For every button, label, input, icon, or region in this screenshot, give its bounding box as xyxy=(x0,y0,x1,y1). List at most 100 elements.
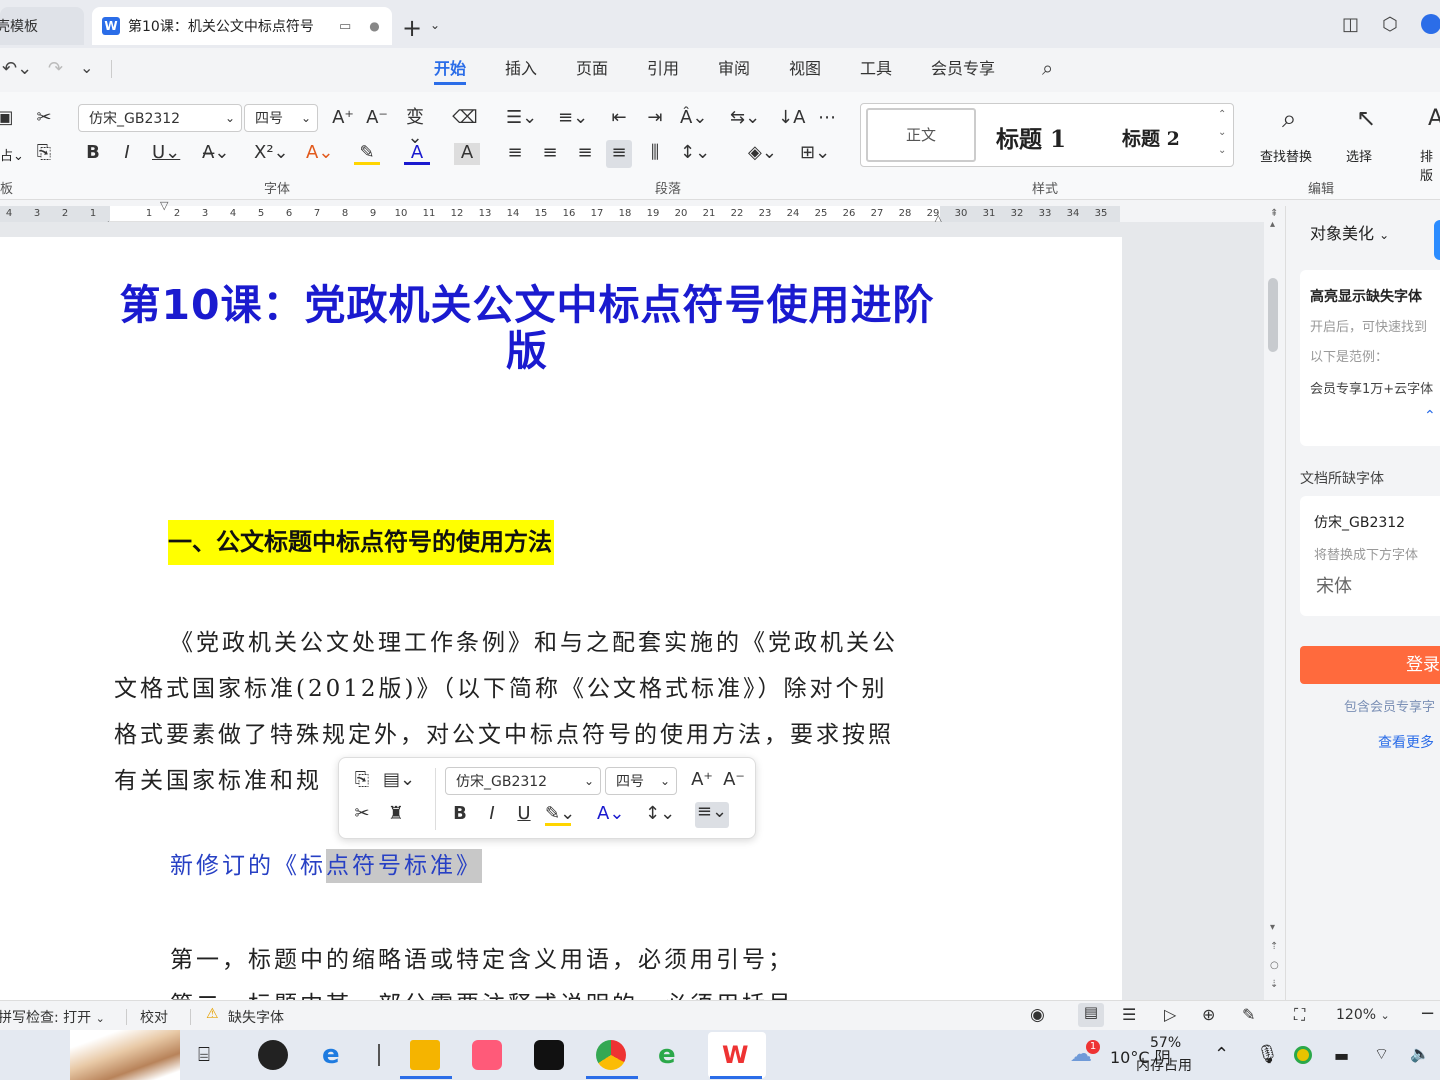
show-hidden-icons-icon[interactable]: ⌃ xyxy=(1214,1044,1229,1065)
align-right-icon[interactable]: ≡ xyxy=(572,143,598,165)
decrease-indent-icon[interactable]: ⇤ xyxy=(606,108,632,130)
tab-template[interactable]: 壳模板 xyxy=(0,7,84,45)
border-icon[interactable]: ⊞⌄ xyxy=(800,143,830,165)
bold-icon[interactable]: B xyxy=(447,804,473,826)
font-name-select[interactable]: 仿宋_GB2312 ⌄ xyxy=(78,104,242,132)
page-view-icon[interactable]: ▤ xyxy=(1078,1003,1104,1027)
capcut-icon[interactable] xyxy=(534,1040,564,1070)
volume-icon[interactable]: 🔈 xyxy=(1410,1044,1430,1063)
style-normal[interactable]: 正文 xyxy=(866,108,976,162)
numbered-list-icon[interactable]: ≡⌄ xyxy=(558,108,588,130)
style-scroll-icon[interactable]: ⌃ ⌄ ⌄ xyxy=(1218,106,1226,160)
italic-icon[interactable]: I xyxy=(479,804,505,826)
paste-icon[interactable]: ▣ xyxy=(0,108,18,130)
distribute-icon[interactable]: ⫼ xyxy=(642,143,668,165)
avatar-icon[interactable] xyxy=(1421,14,1440,34)
select-label[interactable]: 选择 xyxy=(1346,146,1372,165)
new-tab-icon[interactable]: + xyxy=(402,14,422,42)
cut-icon[interactable]: ✂ xyxy=(349,804,375,826)
shading-icon[interactable]: ◈⌄ xyxy=(748,143,777,165)
grow-font-icon[interactable]: A⁺ xyxy=(689,770,715,792)
undo-icon[interactable]: ↶⌄ xyxy=(2,58,32,79)
eye-icon[interactable]: ◉ xyxy=(1030,1005,1045,1025)
style-heading2[interactable]: 标题 2 xyxy=(1122,124,1180,151)
font-size-select[interactable]: 四号 ⌄ xyxy=(244,104,318,132)
paragraph-3[interactable]: 第一，标题中的缩略语或特定含义用语，必须用引号； xyxy=(170,940,794,980)
indent-marker-icon[interactable]: ▽ xyxy=(160,199,168,212)
wps-icon[interactable]: W xyxy=(722,1040,752,1070)
quick-access-chevron-icon[interactable]: ⌄ xyxy=(80,58,93,77)
char-shading-icon[interactable]: A xyxy=(454,143,480,165)
arrange-icon[interactable]: A xyxy=(1428,106,1440,131)
tab-insert[interactable]: 插入 xyxy=(505,55,537,85)
play-icon[interactable]: ▷ xyxy=(1164,1005,1176,1024)
zoom-out-icon[interactable]: − xyxy=(1420,1003,1435,1024)
style-heading1[interactable]: 标题 1 xyxy=(996,120,1066,154)
spell-check-toggle[interactable]: 拼写检查: 打开 ⌄ xyxy=(0,1007,105,1027)
replacement-font[interactable]: 宋体 xyxy=(1316,572,1352,598)
paragraph-4[interactable]: 第二，标题中某一部分需要注释或说明的，必须用括号 xyxy=(170,990,870,1000)
panel-action-button[interactable] xyxy=(1434,220,1440,260)
tab-reference[interactable]: 引用 xyxy=(647,55,679,85)
text-direction-icon[interactable]: Â⌄ xyxy=(680,108,707,130)
tab-page[interactable]: 页面 xyxy=(576,55,608,85)
fit-page-icon[interactable]: ⛶ xyxy=(1294,1005,1305,1025)
sidebar-toggle-icon[interactable]: ◫ xyxy=(1342,14,1359,35)
mini-font-select[interactable]: 仿宋_GB2312 ⌄ xyxy=(445,767,601,795)
highlight-icon[interactable]: ✎ xyxy=(354,143,380,165)
paste-label[interactable]: 占⌄ xyxy=(0,145,24,164)
bullet-list-icon[interactable]: ☰⌄ xyxy=(506,108,537,130)
tab-close-icon[interactable]: ● xyxy=(369,19,379,33)
arrange-label[interactable]: 排版 xyxy=(1420,146,1440,184)
shrink-font-icon[interactable]: A⁻ xyxy=(721,770,747,792)
justify-icon[interactable]: ≡ xyxy=(606,140,632,168)
find-replace-icon[interactable]: ⌕ xyxy=(1282,104,1297,135)
scroll-down-icon[interactable]: ▾ ⇡ ○ ⇣ xyxy=(1270,918,1279,994)
panel-title[interactable]: 对象美化 ⌄ xyxy=(1310,220,1389,244)
underline-icon[interactable]: U xyxy=(511,804,537,826)
show-marks-icon[interactable]: ⋯ xyxy=(814,108,840,130)
search-icon[interactable]: ⌕ xyxy=(1042,56,1053,80)
outline-view-icon[interactable]: ☰ xyxy=(1122,1005,1136,1024)
bold-icon[interactable]: B xyxy=(80,143,106,165)
align-center-icon[interactable]: ≡ xyxy=(537,143,563,165)
missing-font-status[interactable]: 缺失字体 xyxy=(228,1007,284,1027)
text-effect-icon[interactable]: A⌄ xyxy=(306,143,333,165)
font-color-icon[interactable]: A xyxy=(404,143,430,165)
heading-1[interactable]: 一、公文标题中标点符号的使用方法 xyxy=(168,520,554,565)
align-left-icon[interactable]: ≡ xyxy=(502,143,528,165)
wifi-icon[interactable]: ⌔ xyxy=(1374,1044,1389,1064)
tab-document[interactable]: W 第10课：机关公文中标点符号 ▭ ● xyxy=(92,7,392,45)
app-icon[interactable] xyxy=(258,1040,288,1070)
tab-view[interactable]: 视图 xyxy=(789,55,821,85)
increase-indent-icon[interactable]: ⇥ xyxy=(642,108,668,130)
cube-icon[interactable]: ⬡ xyxy=(1382,14,1398,35)
justify-icon[interactable]: ≡⌄ xyxy=(695,802,729,828)
mini-size-select[interactable]: 四号 ⌄ xyxy=(605,767,677,795)
underline-icon[interactable]: U⌄ xyxy=(152,143,180,165)
highlight-icon[interactable]: ✎⌄ xyxy=(545,804,575,826)
find-replace-label[interactable]: 查找替换 xyxy=(1260,146,1312,165)
copy-icon[interactable]: ⎘ xyxy=(349,770,375,792)
proofread-button[interactable]: 校对 xyxy=(140,1007,168,1027)
tab-member[interactable]: 会员专享 xyxy=(931,55,995,85)
line-spacing-icon[interactable]: ↕⌄ xyxy=(680,143,710,165)
clear-format-icon[interactable]: ⌫ xyxy=(452,108,478,130)
chrome-icon[interactable] xyxy=(596,1040,626,1070)
redo-icon[interactable]: ↷ xyxy=(48,58,63,79)
pen-icon[interactable]: ✎ xyxy=(1242,1005,1255,1024)
phonetic-guide-icon[interactable]: 变⌄ xyxy=(402,108,428,148)
vertical-scrollbar[interactable]: ⇞ ▴ ▾ ⇡ ○ ⇣ xyxy=(1264,206,1284,1000)
app-tray-icon[interactable] xyxy=(1294,1046,1312,1064)
tab-home[interactable]: 开始 xyxy=(434,55,467,85)
edge-icon[interactable]: e xyxy=(658,1040,688,1070)
tab-review[interactable]: 审阅 xyxy=(718,55,750,85)
format-painter-icon[interactable]: ♜ xyxy=(383,804,409,826)
cut-icon[interactable]: ✂ xyxy=(31,108,57,130)
shrink-font-icon[interactable]: A⁻ xyxy=(364,108,390,130)
web-view-icon[interactable]: ⊕ xyxy=(1202,1005,1215,1024)
scroll-up-icon[interactable]: ⇞ ▴ xyxy=(1270,208,1278,230)
strikethrough-icon[interactable]: A̶⌄ xyxy=(202,143,229,165)
line-spacing-icon[interactable]: ↕⌄ xyxy=(645,804,675,826)
document-title[interactable]: 第10课：党政机关公文中标点符号使用进阶 版 xyxy=(112,282,942,374)
